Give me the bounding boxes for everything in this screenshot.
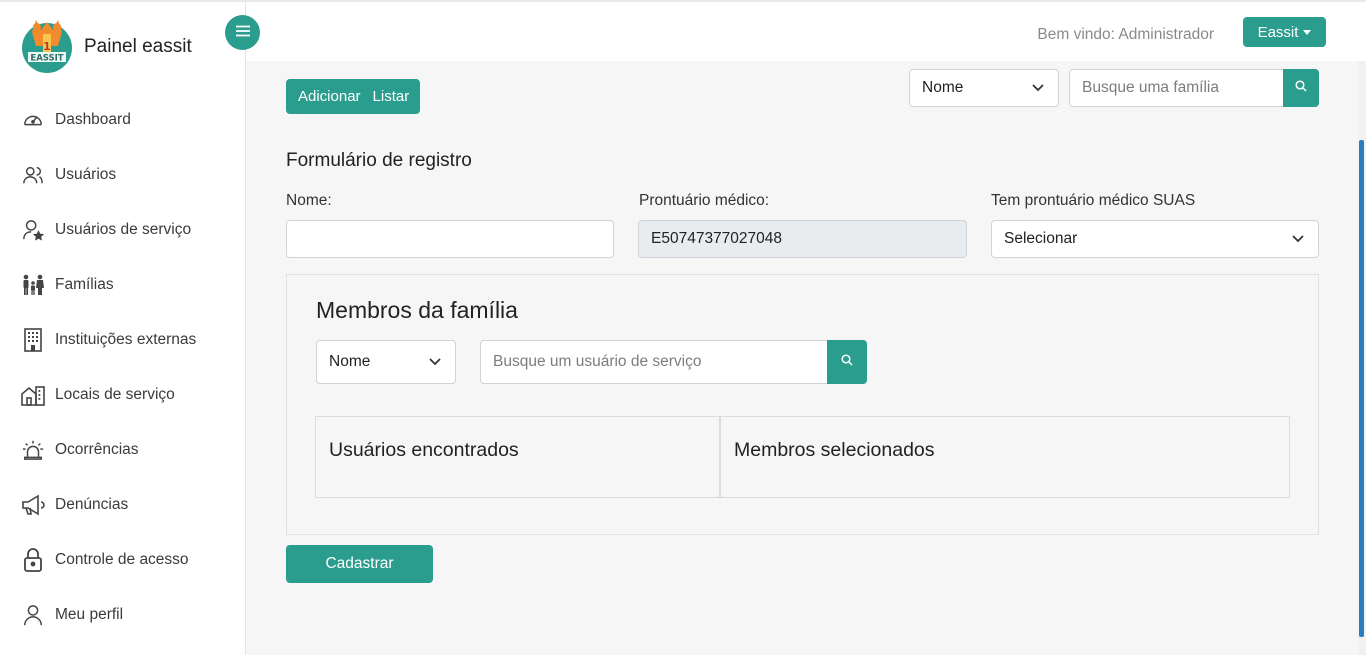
member-filter-select[interactable]: Nome [316, 340, 456, 384]
family-filter-select[interactable]: Nome [909, 69, 1059, 107]
suas-record-label: Tem prontuário médico SUAS [991, 192, 1196, 209]
action-button-group: Adicionar Listar [286, 79, 421, 114]
sidebar-item-label: Dashboard [55, 110, 131, 128]
caret-down-icon [1303, 29, 1312, 35]
gauge-icon [20, 107, 46, 133]
family-members-title: Membros da família [316, 297, 518, 323]
medical-record-field: E50747377027048 [638, 220, 967, 258]
sidebar-item-access-control[interactable]: Controle de acesso [0, 532, 246, 587]
sidebar-item-occurrences[interactable]: Ocorrências [0, 422, 246, 477]
family-icon [20, 272, 46, 298]
sidebar-item-external-institutions[interactable]: Instituições externas [0, 312, 246, 367]
sidebar-item-label: Controle de acesso [55, 550, 189, 568]
sidebar-item-label: Ocorrências [55, 440, 139, 458]
members-table: Usuários encontrados Membros selecionado… [315, 416, 1290, 498]
medical-record-label: Prontuário médico: [639, 192, 770, 209]
suas-record-select[interactable]: Selecionar [991, 220, 1319, 258]
sidebar-item-label: Instituições externas [55, 330, 197, 348]
sidebar-item-label: Usuários de serviço [55, 220, 192, 238]
sidebar-item-dashboard[interactable]: Dashboard [0, 92, 246, 147]
found-users-heading: Usuários encontrados [329, 439, 519, 461]
chevron-down-icon [429, 353, 441, 371]
svg-text:1: 1 [43, 40, 51, 53]
person-icon [20, 602, 46, 628]
alarm-icon [20, 437, 46, 463]
welcome-text: Bem vindo: Administrador [1037, 26, 1214, 43]
users-icon [20, 162, 46, 188]
sidebar-item-service-users[interactable]: Usuários de serviço [0, 202, 246, 257]
search-icon [1295, 79, 1307, 97]
family-search-input[interactable]: Busque uma família [1069, 69, 1285, 107]
buildings-icon [20, 382, 46, 408]
member-filter-value: Nome [329, 353, 371, 370]
scrollbar-thumb[interactable] [1359, 140, 1364, 637]
family-filter-value: Nome [922, 79, 964, 96]
lock-icon [20, 547, 46, 573]
sidebar-item-label: Denúncias [55, 495, 129, 513]
add-button[interactable]: Adicionar [286, 79, 373, 114]
brand[interactable]: 1 EASSIT Painel eassit [22, 18, 192, 76]
hamburger-icon [235, 24, 250, 42]
sidebar-item-label: Meu perfil [55, 605, 124, 623]
found-users-column: Usuários encontrados [316, 417, 721, 497]
sidebar-item-label: Famílias [55, 275, 114, 293]
app-title: Painel eassit [84, 36, 192, 57]
member-search-input[interactable]: Busque um usuário de serviço [480, 340, 829, 384]
sidebar-item-my-profile[interactable]: Meu perfil [0, 587, 246, 642]
sidebar-item-families[interactable]: Famílias [0, 257, 246, 312]
selected-members-heading: Membros selecionados [734, 439, 935, 461]
user-menu-button[interactable]: Eassit [1243, 17, 1326, 47]
chevron-down-icon [1292, 230, 1304, 248]
sidebar-nav: Dashboard Usuários Usuários de serviço F… [0, 92, 246, 642]
sidebar-item-label: Usuários [55, 165, 117, 183]
member-search-placeholder: Busque um usuário de serviço [493, 353, 702, 370]
user-star-icon [20, 217, 46, 243]
building-icon [20, 327, 46, 353]
family-search-button[interactable] [1283, 69, 1319, 107]
register-button[interactable]: Cadastrar [286, 545, 433, 583]
family-search-placeholder: Busque uma família [1082, 79, 1219, 96]
list-button[interactable]: Listar [373, 79, 421, 114]
member-search-button[interactable] [827, 340, 867, 384]
eassit-logo: 1 EASSIT [22, 18, 72, 76]
selected-members-column: Membros selecionados [721, 417, 1289, 497]
sidebar-item-label: Locais de serviço [55, 385, 175, 403]
sidebar: 1 EASSIT Painel eassit Dashboard Usuário… [0, 2, 246, 655]
medical-record-value: E50747377027048 [651, 230, 783, 247]
sidebar-toggle-button[interactable] [225, 15, 260, 50]
top-header: Bem vindo: Administrador Eassit [246, 2, 1366, 61]
name-field[interactable] [286, 220, 614, 258]
name-label: Nome: [286, 192, 332, 209]
form-title: Formulário de registro [286, 150, 472, 171]
chevron-down-icon [1032, 79, 1044, 97]
user-menu-label: Eassit [1257, 23, 1299, 41]
sidebar-item-users[interactable]: Usuários [0, 147, 246, 202]
sidebar-item-reports[interactable]: Denúncias [0, 477, 246, 532]
suas-record-value: Selecionar [1004, 230, 1078, 247]
search-icon [841, 353, 853, 371]
logo-text: EASSIT [30, 54, 63, 64]
megaphone-icon [20, 492, 46, 518]
sidebar-item-service-locations[interactable]: Locais de serviço [0, 367, 246, 422]
